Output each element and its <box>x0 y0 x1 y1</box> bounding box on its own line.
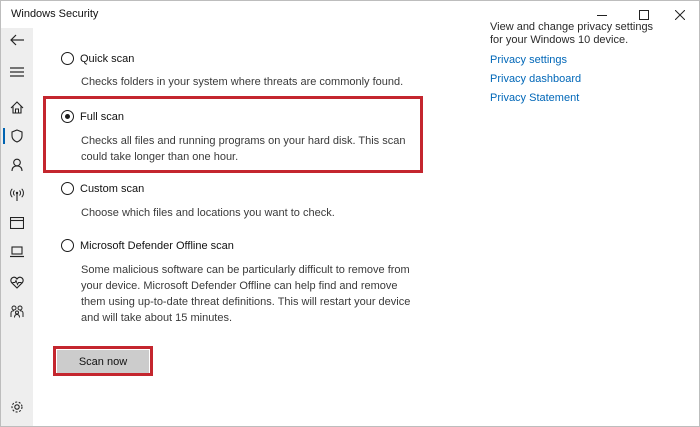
description-line: Checks folders in your system where thre… <box>81 76 404 88</box>
custom-scan-option[interactable]: Custom scan <box>61 182 144 195</box>
defender-offline-scan-description: Some malicious software can be particula… <box>81 262 410 326</box>
menu-button[interactable] <box>1 60 33 84</box>
wireless-icon <box>10 187 24 201</box>
privacy-dashboard-link[interactable]: Privacy dashboard <box>490 73 581 85</box>
window-title: Windows Security <box>11 8 99 20</box>
nav-family-options[interactable] <box>1 299 33 323</box>
maximize-icon <box>639 9 649 20</box>
navigation-sidebar <box>1 28 33 426</box>
privacy-description: for your Windows 10 device. <box>490 34 629 46</box>
close-icon <box>675 9 685 20</box>
windows-security-window: Windows Security Quick scan Checks folde… <box>0 0 700 427</box>
description-line: could take longer than one hour. <box>81 151 239 163</box>
description-line: and will take about 15 minutes. <box>81 312 233 324</box>
home-icon <box>10 100 24 114</box>
full-scan-description: Checks all files and running programs on… <box>81 133 405 165</box>
privacy-statement-link[interactable]: Privacy Statement <box>490 92 579 104</box>
scan-now-button[interactable]: Scan now <box>57 350 149 373</box>
description-line: Choose which files and locations you wan… <box>81 207 335 219</box>
browser-window-icon <box>10 217 24 229</box>
heart-icon <box>10 276 24 289</box>
defender-offline-scan-label: Microsoft Defender Offline scan <box>80 239 234 252</box>
custom-scan-description: Choose which files and locations you wan… <box>81 205 335 221</box>
laptop-icon <box>10 246 24 258</box>
nav-firewall-network[interactable] <box>1 182 33 206</box>
description-line: your device. Microsoft Defender Offline … <box>81 280 398 292</box>
nav-settings[interactable] <box>1 395 33 419</box>
nav-home[interactable] <box>1 95 33 119</box>
minimize-icon <box>597 14 607 16</box>
description-line: Checks all files and running programs on… <box>81 135 406 147</box>
person-icon <box>11 158 23 172</box>
close-button[interactable] <box>661 1 699 28</box>
gear-icon <box>11 401 23 413</box>
defender-offline-scan-option[interactable]: Microsoft Defender Offline scan <box>61 239 234 252</box>
full-scan-option[interactable]: Full scan <box>61 110 124 123</box>
full-scan-label: Full scan <box>80 110 125 123</box>
quick-scan-description: Checks folders in your system where thre… <box>81 74 403 90</box>
back-button[interactable] <box>1 28 33 52</box>
scan-options-page: Quick scan Checks folders in your system… <box>33 21 699 426</box>
nav-app-browser-control[interactable] <box>1 211 33 235</box>
back-arrow-icon <box>10 34 24 46</box>
nav-virus-threat-protection[interactable] <box>1 124 33 148</box>
nav-device-performance-health[interactable] <box>1 270 33 294</box>
description-line: them using up-to-date threat definitions… <box>81 296 411 308</box>
hamburger-icon <box>10 67 24 77</box>
defender-offline-scan-radio[interactable] <box>61 239 74 252</box>
quick-scan-radio[interactable] <box>61 52 74 65</box>
nav-device-security[interactable] <box>1 240 33 264</box>
privacy-settings-link[interactable]: Privacy settings <box>490 54 567 66</box>
description-line: Some malicious software can be particula… <box>81 264 410 276</box>
quick-scan-label: Quick scan <box>80 52 135 65</box>
privacy-description-clipped: View and change privacy settings <box>490 21 654 33</box>
quick-scan-option[interactable]: Quick scan <box>61 52 134 65</box>
full-scan-radio[interactable] <box>61 110 74 123</box>
nav-account-protection[interactable] <box>1 153 33 177</box>
family-icon <box>10 305 24 318</box>
custom-scan-label: Custom scan <box>80 182 145 195</box>
custom-scan-radio[interactable] <box>61 182 74 195</box>
shield-icon <box>11 129 23 143</box>
